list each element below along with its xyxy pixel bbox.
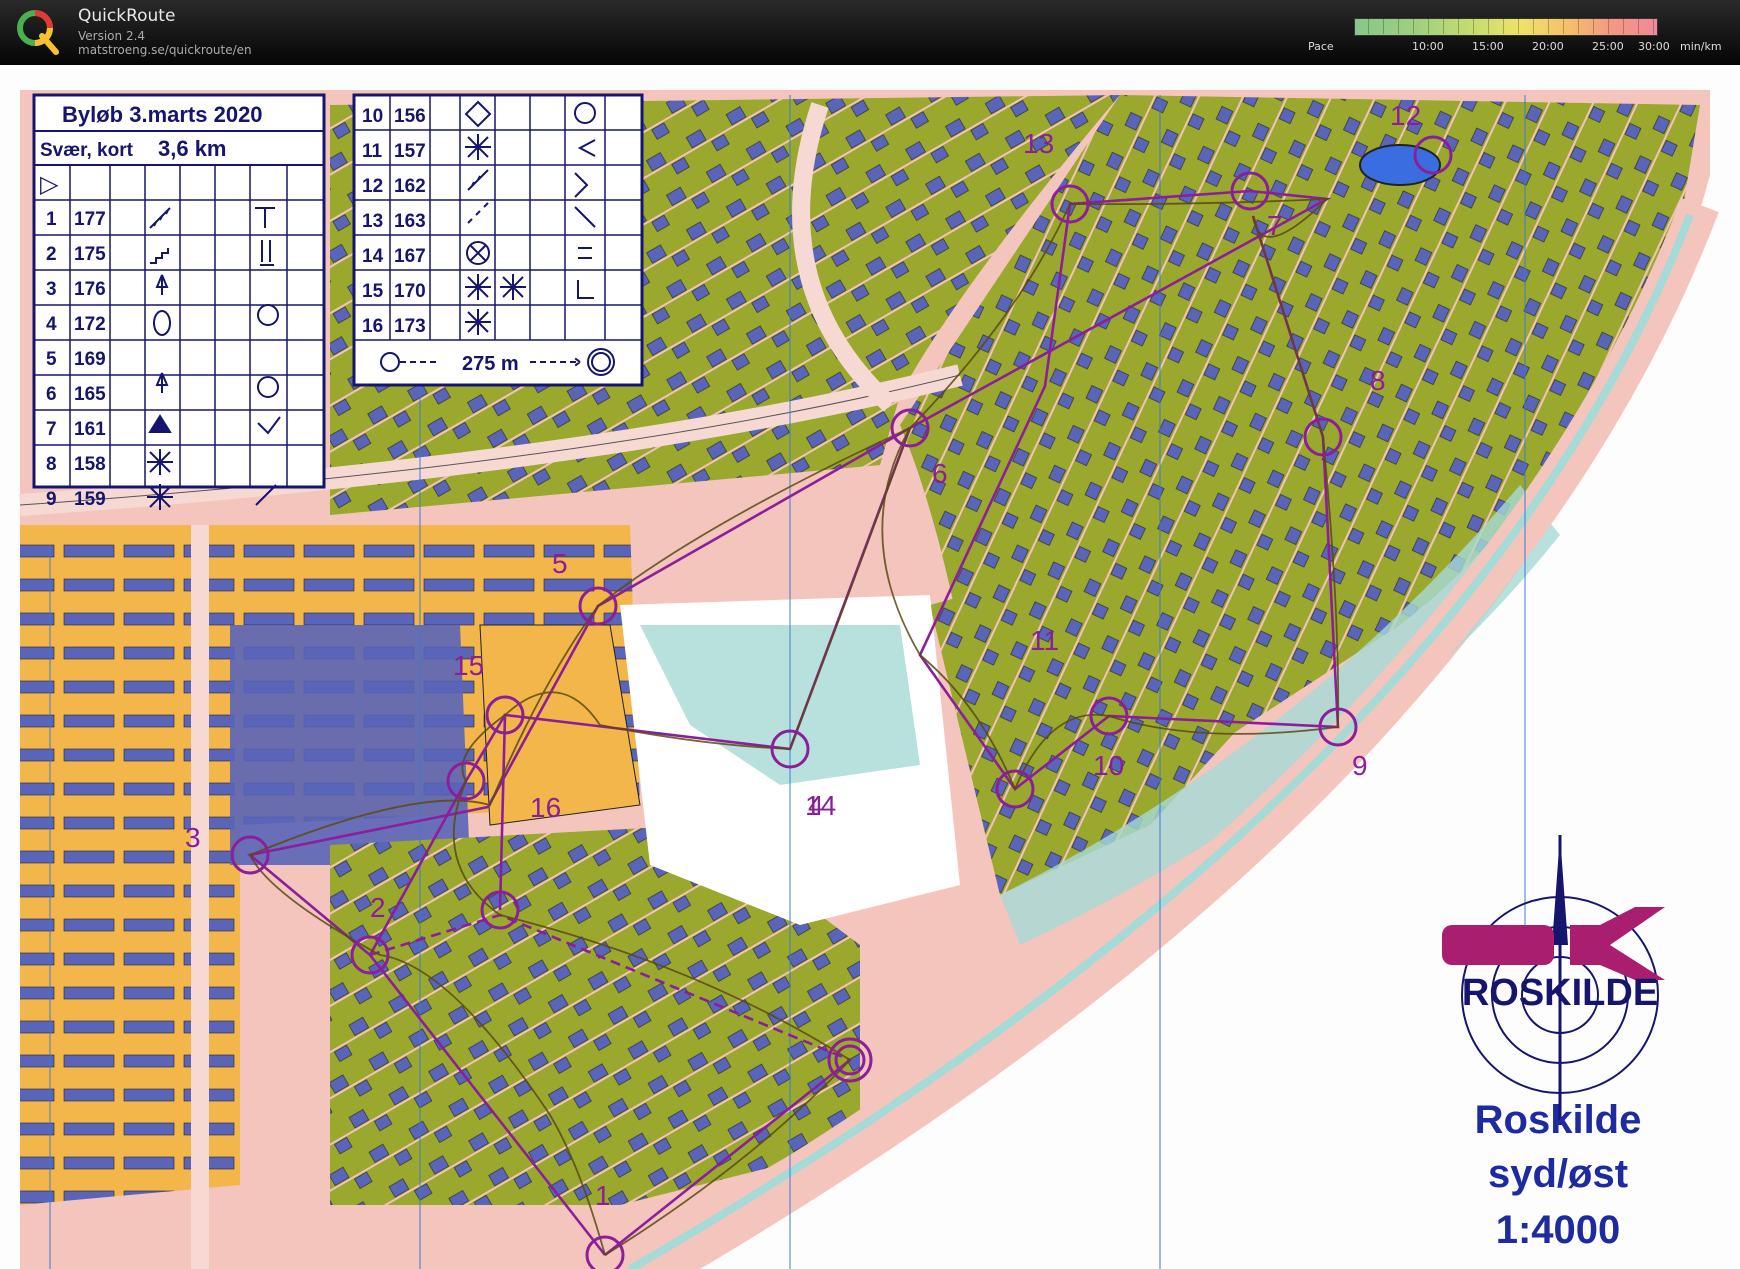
control-number: 9: [46, 489, 57, 510]
course-length: 3,6 km: [158, 136, 227, 161]
control-code: 167: [394, 246, 426, 267]
map-name-line1: Roskilde: [1475, 1098, 1642, 1142]
control-number: 16: [362, 316, 383, 337]
thicket-icon: [465, 134, 491, 160]
pace-tick: 10:00: [1412, 40, 1444, 53]
control-number: 13: [362, 211, 383, 232]
control-code: 165: [74, 384, 106, 405]
course-title: Byløb 3.marts 2020: [62, 102, 263, 127]
control-number: 13: [1023, 128, 1054, 159]
control-number: 3: [185, 822, 201, 853]
control-code: 162: [394, 176, 426, 197]
control-code: 177: [74, 209, 106, 230]
pace-tick: 25:00: [1592, 40, 1624, 53]
thicket-icon: [147, 484, 173, 510]
control-number: 10: [362, 106, 383, 127]
control-code: 169: [74, 349, 106, 370]
map-title: Roskilde syd/øst 1:4000: [1475, 1098, 1642, 1252]
control-code: 176: [74, 279, 106, 300]
control-number: 6: [932, 458, 948, 489]
control-number: 11: [1030, 625, 1059, 656]
map-scale: 1:4000: [1496, 1208, 1621, 1252]
thicket-icon: [465, 274, 491, 300]
thicket-icon: [465, 309, 491, 335]
control-code: 161: [74, 419, 106, 440]
control-number: 1: [595, 1180, 611, 1211]
course-description-card-left: Byløb 3.marts 2020 Svær, kort 3,6 km ▷ 1…: [32, 93, 326, 510]
control-number: 12: [362, 176, 383, 197]
quickroute-logo-icon: [17, 10, 59, 55]
control-number: 5: [552, 548, 568, 579]
control-code: 163: [394, 211, 426, 232]
control-number: 1: [46, 209, 57, 230]
control-number: 15: [362, 281, 384, 302]
control-number: 11: [362, 141, 383, 162]
control-code: 175: [74, 244, 106, 265]
control-code: 173: [394, 316, 426, 337]
pace-tick: 15:00: [1472, 40, 1504, 53]
club-name: ROSKILDE: [1462, 972, 1658, 1014]
control-code: 170: [394, 281, 426, 302]
control-number: 16: [530, 792, 561, 823]
control-number: 9: [1352, 750, 1368, 781]
app-title: QuickRoute: [78, 6, 176, 26]
control-code: 159: [74, 489, 106, 510]
control-number: 4: [46, 314, 57, 335]
control-code: 158: [74, 454, 106, 475]
map-name-line2: syd/øst: [1488, 1152, 1628, 1196]
orienteering-map[interactable]: 1 2 3 4 5 6 7 8 9 10 11 12 13 14 15 16 B…: [0, 65, 1740, 1269]
control-number: 15: [453, 650, 484, 681]
control-number: 6: [46, 384, 57, 405]
app-url-link[interactable]: matstroeng.se/quickroute/en: [78, 43, 252, 57]
control-code: 172: [74, 314, 106, 335]
control-number: 7: [46, 419, 57, 440]
start-symbol: ▷: [40, 171, 59, 198]
pace-label: Pace: [1308, 40, 1334, 53]
control-number: 3: [46, 279, 57, 300]
control-number: 2: [370, 892, 386, 923]
control-number: 2: [46, 244, 57, 265]
thicket-icon: [147, 449, 173, 475]
control-code: 156: [394, 106, 426, 127]
thicket-icon: [500, 274, 526, 300]
control-number: 7: [1267, 210, 1283, 241]
control-number: 10: [1093, 750, 1124, 781]
finish-distance: 275 m: [462, 353, 519, 375]
pace-tick: 30:00: [1638, 40, 1670, 53]
course-class: Svær, kort: [40, 140, 134, 161]
control-number: 14: [805, 790, 836, 821]
control-number: 8: [1370, 365, 1386, 396]
pace-tick: 20:00: [1532, 40, 1564, 53]
control-number: 8: [46, 454, 57, 475]
control-number: 14: [362, 246, 384, 267]
control-number: 5: [46, 349, 57, 370]
course-description-card-right: 10 156 11 157 12 162 13 163 14 167 15 17…: [352, 93, 644, 387]
title-bar: QuickRoute Version 2.4 matstroeng.se/qui…: [0, 0, 1740, 65]
app-version: Version 2.4: [78, 29, 146, 43]
pace-legend: Pace 10:00 15:00 20:00 25:00 30:00 min/k…: [1300, 18, 1740, 58]
control-number: 12: [1390, 100, 1421, 131]
control-code: 157: [394, 141, 426, 162]
pace-unit: min/km: [1680, 40, 1722, 53]
